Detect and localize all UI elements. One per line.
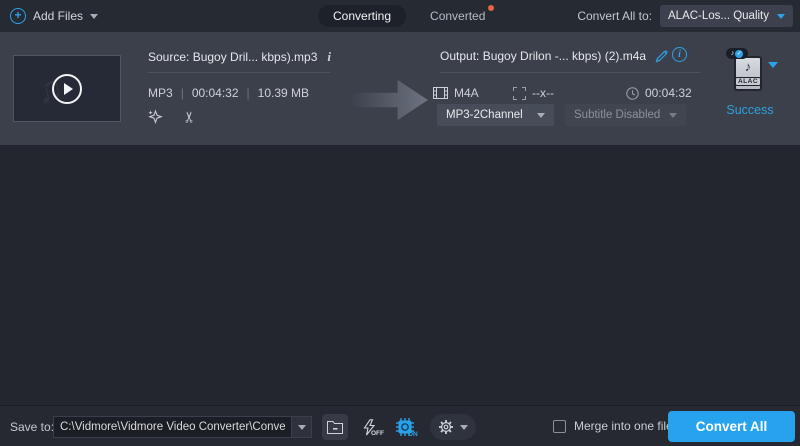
top-bar: + Add Files Converting Converted Convert…: [0, 0, 800, 32]
chevron-down-icon[interactable]: [90, 14, 98, 19]
edit-effects-button[interactable]: [146, 108, 164, 126]
merge-checkbox-label: Merge into one file: [574, 419, 673, 433]
edit-tools: ✂: [146, 108, 198, 126]
convert-all-to-label: Convert All to:: [577, 9, 652, 23]
audio-track-value: MP3-2Channel: [446, 109, 523, 121]
merge-group: Merge into one file: [553, 419, 673, 433]
film-icon: [433, 87, 448, 99]
open-output-folder-button[interactable]: [322, 414, 348, 440]
music-note-icon: ♪: [736, 59, 760, 74]
file-row: ♫ Source: Bugoy Dril... kbps).mp3 i MP3 …: [0, 32, 800, 145]
bottom-bar: Save to: OFF: [0, 405, 800, 446]
gear-icon: [438, 419, 454, 435]
subtitle-dropdown[interactable]: Subtitle Disabled: [565, 104, 686, 126]
file-list-empty-area: [0, 145, 800, 405]
separator: |: [247, 86, 250, 100]
source-title-row: Source: Bugoy Dril... kbps).mp3 i: [148, 49, 331, 65]
output-file-chevron-icon[interactable]: [768, 62, 778, 68]
check-icon: ✓: [735, 50, 743, 58]
separator: |: [181, 86, 184, 100]
play-button[interactable]: [52, 74, 82, 104]
cut-button[interactable]: ✂: [180, 108, 198, 126]
tab-converted[interactable]: Converted: [430, 9, 485, 23]
output-title-row: Output: Bugoy Drilon -... kbps) (2).m4a: [440, 49, 669, 63]
add-files-button[interactable]: + Add Files: [10, 0, 98, 32]
add-files-label: Add Files: [33, 9, 83, 23]
media-thumbnail[interactable]: ♫: [13, 55, 121, 122]
play-icon: [64, 83, 73, 95]
scissors-icon: ✂: [180, 111, 198, 124]
source-title: Source: Bugoy Dril... kbps).mp3: [148, 50, 317, 64]
output-resolution: --x--: [532, 86, 554, 100]
source-format: MP3: [148, 86, 173, 100]
clock-icon: [626, 87, 639, 100]
chevron-down-icon: [298, 425, 306, 430]
settings-button[interactable]: [430, 414, 476, 440]
merge-checkbox[interactable]: [553, 420, 566, 433]
magic-star-icon: [147, 109, 163, 125]
high-speed-state: OFF: [371, 430, 384, 437]
output-resolution-group: --x--: [513, 86, 554, 100]
subtitle-value: Subtitle Disabled: [574, 109, 660, 121]
audio-track-dropdown[interactable]: MP3-2Channel: [437, 104, 554, 126]
source-size: 10.39 MB: [258, 86, 309, 100]
folder-icon: [327, 421, 343, 434]
output-title: Output: Bugoy Drilon -... kbps) (2).m4a: [440, 49, 646, 63]
status-label: Success: [702, 103, 798, 117]
convert-all-button[interactable]: Convert All: [668, 411, 795, 442]
notification-dot: [488, 5, 494, 11]
converted-badge: ♪ ✓: [726, 48, 748, 59]
file-type-label: ALAC: [735, 77, 761, 86]
save-path-input[interactable]: [53, 416, 291, 438]
output-file-icon[interactable]: ♪ ALAC: [734, 56, 762, 91]
hardware-acceleration-state: ON: [408, 431, 418, 438]
result-column: ♪ ALAC ♪ ✓ Success: [702, 32, 798, 145]
music-note-icon: ♪: [731, 50, 735, 57]
output-duration-group: 00:04:32: [626, 86, 692, 100]
source-info-icon[interactable]: i: [327, 49, 331, 65]
plus-icon: +: [10, 8, 26, 24]
source-duration: 00:04:32: [192, 86, 239, 100]
output-divider: [440, 72, 700, 73]
tab-converting[interactable]: Converting: [318, 5, 406, 27]
high-speed-toggle[interactable]: OFF: [356, 414, 382, 440]
convert-all-to-group: Convert All to: ALAC-Los... Quality: [577, 0, 793, 32]
chevron-down-icon: [460, 425, 468, 430]
output-format-group: M4A: [433, 86, 479, 100]
rename-pencil-icon[interactable]: [655, 49, 669, 63]
hardware-acceleration-toggle[interactable]: ON: [392, 414, 418, 440]
chevron-down-icon: [669, 113, 677, 118]
chevron-down-icon: [777, 14, 785, 19]
tab-converted-label: Converted: [430, 9, 485, 23]
app-window: + Add Files Converting Converted Convert…: [0, 0, 800, 446]
tab-group: Converting Converted: [318, 0, 485, 32]
resolution-expand-icon: [513, 87, 526, 100]
output-duration: 00:04:32: [645, 86, 692, 100]
conversion-arrow: [350, 80, 428, 120]
chevron-down-icon: [537, 113, 545, 118]
output-format: M4A: [454, 86, 479, 100]
save-to-label: Save to:: [10, 420, 54, 434]
convert-all-to-value: ALAC-Los... Quality: [668, 10, 769, 22]
source-divider: [148, 72, 330, 73]
source-meta: MP3 | 00:04:32 | 10.39 MB: [148, 86, 309, 100]
convert-all-to-select[interactable]: ALAC-Los... Quality: [660, 5, 793, 27]
save-path-dropdown-button[interactable]: [291, 416, 312, 438]
output-info-icon[interactable]: i: [672, 47, 687, 62]
